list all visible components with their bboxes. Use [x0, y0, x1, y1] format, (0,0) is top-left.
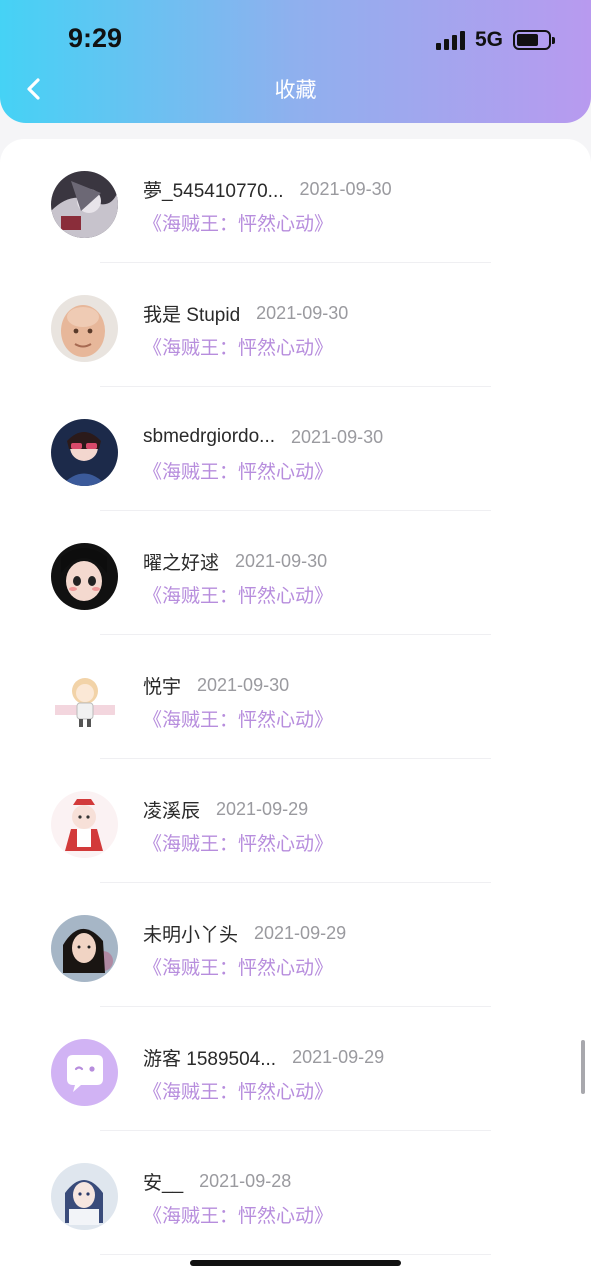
list-item[interactable]: 安__ 2021-09-28 《海贼王：怦然心动》	[0, 1131, 591, 1255]
anime-sketch-avatar-icon[interactable]	[51, 1163, 118, 1230]
work-title-link[interactable]: 《海贼王：怦然心动》	[143, 581, 333, 608]
battery-icon	[513, 30, 555, 50]
work-title-link[interactable]: 《海贼王：怦然心动》	[143, 829, 333, 856]
favorite-date: 2021-09-29	[292, 1046, 385, 1067]
list-item[interactable]: 悦宇 2021-09-30 《海贼王：怦然心动》	[0, 635, 591, 759]
work-title-link[interactable]: 《海贼王：怦然心动》	[143, 1077, 333, 1104]
list-item[interactable]: 凌溪辰 2021-09-29 《海贼王：怦然心动》	[0, 759, 591, 883]
favorite-date: 2021-09-30	[291, 426, 384, 447]
girl-portrait-avatar-icon[interactable]	[51, 915, 118, 982]
favorite-date: 2021-09-30	[299, 178, 392, 199]
anime-avatar-icon[interactable]	[51, 171, 118, 238]
network-label: 5G	[474, 28, 503, 51]
page-title: 收藏	[274, 79, 317, 102]
username[interactable]: 我是 Stupid	[143, 300, 240, 327]
username[interactable]: 夢_545410770...	[143, 176, 284, 203]
username[interactable]: sbmedrgiordo...	[143, 426, 275, 448]
list-item[interactable]: 曜之好逑 2021-09-30 《海贼王：怦然心动》	[0, 511, 591, 635]
favorite-date: 2021-09-28	[199, 1170, 292, 1191]
work-title-link[interactable]: 《海贼王：怦然心动》	[143, 953, 333, 980]
username[interactable]: 未明小丫头	[143, 920, 238, 947]
work-title-link[interactable]: 《海贼王：怦然心动》	[143, 457, 333, 484]
work-title-link[interactable]: 《海贼王：怦然心动》	[143, 333, 333, 360]
cartoon-girl-avatar-icon[interactable]	[51, 543, 118, 610]
signal-icon	[435, 30, 465, 50]
list-item[interactable]: 夢_545410770... 2021-09-30 《海贼王：怦然心动》	[0, 139, 591, 263]
favorites-list: 夢_545410770... 2021-09-30 《海贼王：怦然心动》 我是 …	[0, 139, 591, 1280]
list-item[interactable]: 我是 Stupid 2021-09-30 《海贼王：怦然心动》	[0, 263, 591, 387]
header-bar: 9:29 5G 收藏	[0, 0, 591, 123]
favorite-date: 2021-09-29	[216, 798, 309, 819]
favorite-date: 2021-09-30	[256, 302, 349, 323]
chibi-avatar-icon[interactable]	[51, 667, 118, 734]
home-indicator[interactable]	[190, 1260, 401, 1266]
work-title-link[interactable]: 《海贼王：怦然心动》	[143, 1201, 333, 1228]
favorite-date: 2021-09-29	[254, 922, 347, 943]
work-title-link[interactable]: 《海贼王：怦然心动》	[143, 705, 333, 732]
status-time: 9:29	[68, 23, 123, 53]
list-item[interactable]: 未明小丫头 2021-09-29 《海贼王：怦然心动》	[0, 883, 591, 1007]
maid-chibi-avatar-icon[interactable]	[51, 791, 118, 858]
list-item[interactable]: sbmedrgiordo... 2021-09-30 《海贼王：怦然心动》	[0, 387, 591, 511]
favorite-date: 2021-09-30	[235, 550, 328, 571]
username[interactable]: 曜之好逑	[143, 548, 219, 575]
username[interactable]: 悦宇	[143, 672, 181, 699]
favorite-date: 2021-09-30	[197, 674, 290, 695]
old-man-avatar-icon[interactable]	[51, 295, 118, 362]
default-chat-avatar-icon[interactable]	[51, 1039, 118, 1106]
username[interactable]: 游客 1589504...	[143, 1044, 276, 1071]
girl-photo-avatar-icon[interactable]	[51, 419, 118, 486]
divider	[100, 1254, 491, 1255]
username[interactable]: 凌溪辰	[143, 796, 200, 823]
list-item[interactable]: 游客 1589504... 2021-09-29 《海贼王：怦然心动》	[0, 1007, 591, 1131]
status-indicators: 5G	[435, 26, 555, 54]
username[interactable]: 安__	[143, 1168, 183, 1195]
work-title-link[interactable]: 《海贼王：怦然心动》	[143, 209, 333, 236]
scrollbar[interactable]	[581, 1040, 585, 1094]
